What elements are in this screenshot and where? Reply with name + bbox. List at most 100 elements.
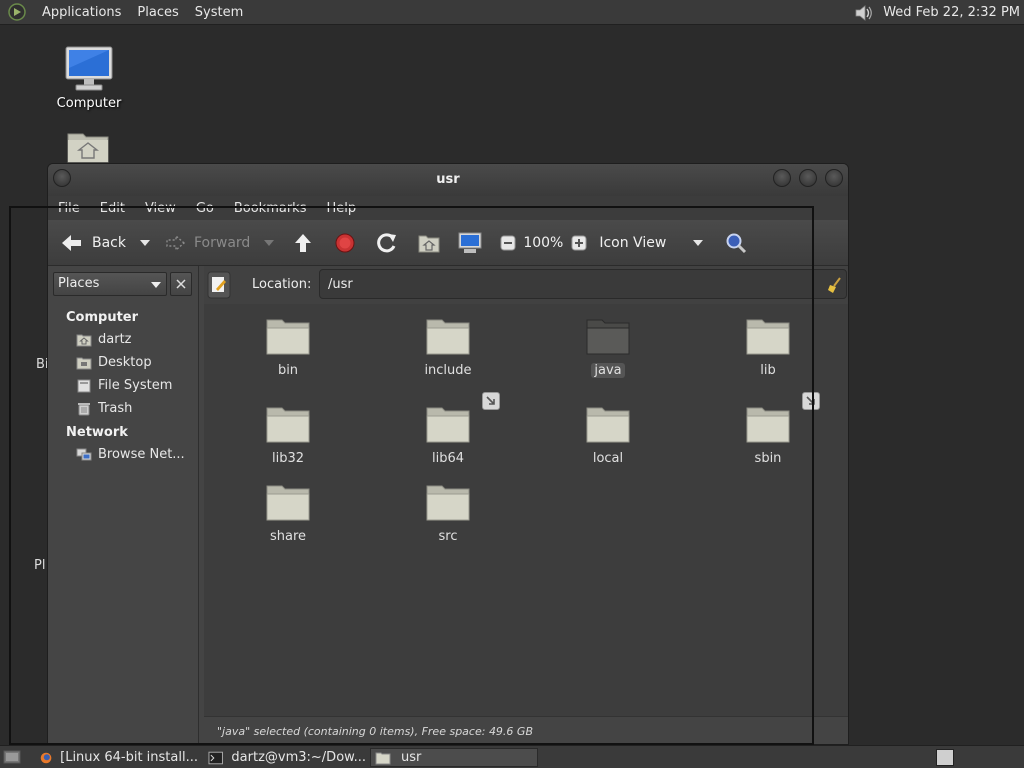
sidebar-item-label: File System [98,378,173,393]
zoom-out-icon[interactable] [500,235,516,251]
taskbar-item-installer[interactable]: [Linux 64-bit install... [36,748,198,767]
sidebar-item-file-system[interactable]: File System [76,378,172,393]
menu-go[interactable]: Go [186,201,224,216]
file-item-label: lib64 [431,451,465,466]
file-item-share[interactable]: share [228,482,348,544]
volume-icon[interactable] [853,3,875,23]
computer-icon[interactable] [458,232,482,254]
file-item-label: sbin [754,451,782,466]
forward-arrow-icon [166,233,186,252]
up-arrow-icon[interactable] [292,232,314,254]
show-desktop-icon[interactable] [3,749,21,765]
file-item-include[interactable]: include [388,316,508,378]
menu-edit[interactable]: Edit [90,201,135,216]
terminal-icon [208,751,223,764]
home-folder-icon [67,133,109,163]
menu-bookmarks[interactable]: Bookmarks [224,201,317,216]
zoom-in-icon[interactable] [571,235,587,251]
sidebar-header-computer: Computer [66,310,139,325]
window-title: usr [436,172,460,187]
file-item-lib64[interactable]: lib64 [388,392,508,466]
view-mode-select[interactable]: Icon View [599,235,705,251]
window-titlebar[interactable]: usr [48,164,848,196]
file-item-local[interactable]: local [548,404,668,466]
file-item-sbin[interactable]: sbin [708,392,828,466]
close-button[interactable] [825,169,843,187]
sidebar-item-label: Desktop [98,355,152,370]
location-label: Location: [252,277,312,292]
status-bar: "java" selected (containing 0 items), Fr… [204,716,848,744]
file-item-label: lib32 [271,451,305,466]
zoom-level[interactable]: 100% [523,235,563,251]
firefox-icon [40,752,52,763]
taskbar-item-label: [Linux 64-bit install... [60,750,198,765]
folder-icon [586,407,630,443]
sidebar-item-desktop[interactable]: Desktop [76,355,152,370]
desktop-folder-icon [76,357,92,369]
menu-file[interactable]: File [48,201,90,216]
desktop-computer-label: Computer [56,96,122,111]
trash-icon [78,402,90,415]
clear-location-icon[interactable] [826,276,844,294]
file-item-java[interactable]: java [548,316,668,378]
folder-icon [426,407,470,443]
file-item-bin[interactable]: bin [228,316,348,378]
sidebar-type-select[interactable]: Places [53,272,167,296]
back-button[interactable]: Back [60,233,126,253]
toolbar: Back Forward 100% Icon View [48,220,848,266]
sidebar-item-trash[interactable]: Trash [76,401,132,416]
file-item-src[interactable]: src [388,482,508,544]
applications-menu[interactable]: Applications [34,5,129,20]
back-history-chevron-icon[interactable] [138,238,152,248]
back-label: Back [92,234,126,251]
folder-icon [586,319,630,355]
sidebar-header-network: Network [66,425,128,440]
view-mode-label: Icon View [599,234,667,251]
sidebar-item-dartz[interactable]: dartz [76,332,131,347]
search-icon[interactable] [725,232,747,254]
forward-label: Forward [194,234,251,251]
forward-button[interactable]: Forward [164,233,251,252]
edit-location-icon[interactable] [207,271,231,299]
symlink-badge-icon [482,392,500,410]
taskbar-item-label: usr [401,750,422,765]
system-menu[interactable]: System [187,5,251,20]
file-view[interactable]: bin include java lib lib32 lib64 local sbin shar… [204,304,848,716]
sidebar: Places Computer dartz Desktop File Syste… [48,266,199,744]
file-item-label: lib [760,363,776,378]
places-menu[interactable]: Places [129,5,186,20]
minimize-button[interactable] [773,169,791,187]
sidebar-type-chevron-icon [151,282,161,288]
menubar: File Edit View Go Bookmarks Help [48,196,848,220]
sidebar-type-label: Places [58,276,100,291]
workspace-switcher[interactable] [936,749,954,766]
back-arrow-icon [62,234,81,251]
file-item-lib[interactable]: lib [708,316,828,378]
taskbar-item-usr[interactable]: usr [370,748,538,767]
sidebar-close-button[interactable] [170,272,192,296]
taskbar-item-terminal[interactable]: dartz@vm3:~/Dow... [204,748,366,767]
file-item-lib32[interactable]: lib32 [228,404,348,466]
maximize-button[interactable] [799,169,817,187]
folder-icon [746,319,790,355]
home-icon[interactable] [418,233,440,253]
desktop-home-icon[interactable] [62,128,114,168]
menu-view[interactable]: View [135,201,186,216]
file-item-label: src [438,529,458,544]
monitor-icon [65,46,113,91]
stop-icon[interactable] [334,232,356,254]
location-input[interactable] [319,269,847,299]
forward-history-chevron-icon[interactable] [262,238,276,248]
network-icon [76,448,92,460]
symlink-badge-icon [802,392,820,410]
bottom-panel: [Linux 64-bit install... dartz@vm3:~/Dow… [0,745,1024,768]
folder-icon [266,407,310,443]
drive-icon [77,379,91,392]
sidebar-item-browse-network[interactable]: Browse Net... [76,447,185,462]
clock[interactable]: Wed Feb 22, 2:32 PM [883,5,1020,20]
menu-help[interactable]: Help [316,201,366,216]
reload-icon[interactable] [376,232,398,254]
distro-logo-icon[interactable] [8,3,26,21]
folder-icon [426,319,470,355]
desktop-computer-icon[interactable]: Computer [48,46,130,111]
